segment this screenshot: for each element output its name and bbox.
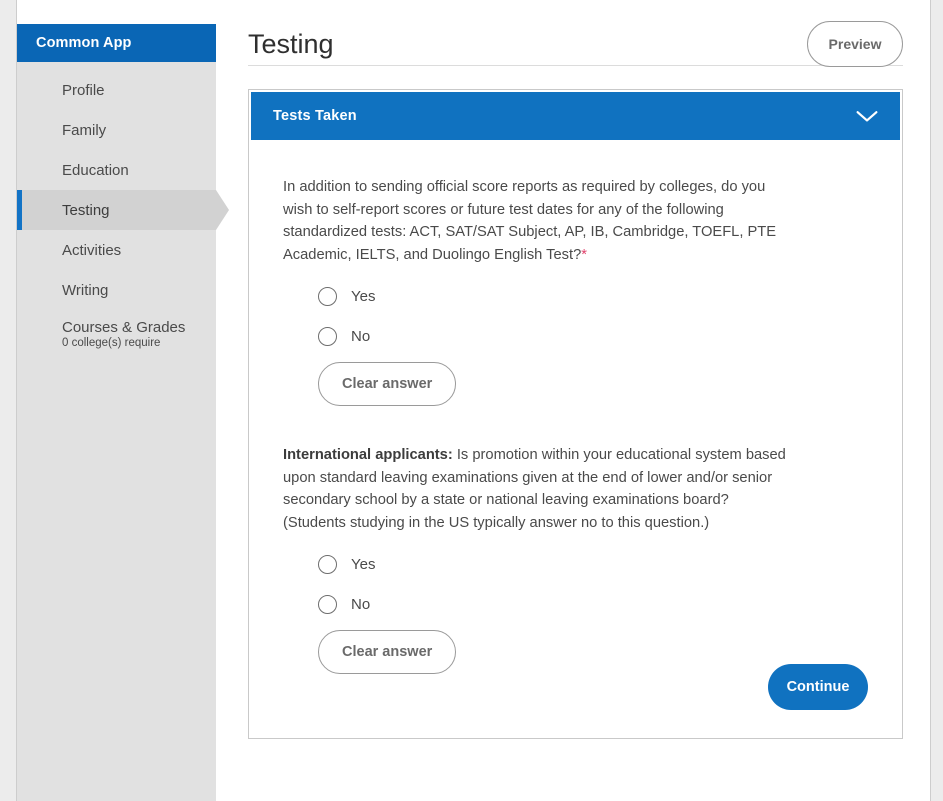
question-1-required-marker: * — [581, 247, 587, 263]
question-1-body: In addition to sending official score re… — [283, 179, 776, 263]
sidebar: Common App Profile Family Education Test… — [17, 24, 216, 801]
question-2-lead: International applicants: — [283, 447, 453, 463]
question-1-options: Yes No Clear answer — [283, 276, 868, 406]
page-header: Testing Preview — [248, 0, 903, 66]
page-title: Testing — [248, 31, 334, 58]
tests-taken-card: Tests Taken In addition to sending offic… — [248, 89, 903, 739]
sidebar-item-profile[interactable]: Profile — [17, 70, 216, 110]
tests-taken-card-header[interactable]: Tests Taken — [251, 92, 900, 140]
question-2-option-no[interactable]: No — [318, 584, 868, 624]
radio-icon[interactable] — [318, 327, 337, 346]
sidebar-item-family[interactable]: Family — [17, 110, 216, 150]
radio-icon[interactable] — [318, 595, 337, 614]
card-title: Tests Taken — [273, 108, 357, 124]
question-1-option-no[interactable]: No — [318, 316, 868, 356]
app-root: Common App Profile Family Education Test… — [0, 0, 943, 801]
chevron-down-icon[interactable] — [856, 110, 878, 123]
sidebar-item-testing[interactable]: Testing — [17, 190, 216, 230]
option-label: No — [351, 596, 370, 613]
question-1-text: In addition to sending official score re… — [283, 176, 795, 266]
question-2-text: International applicants: Is promotion w… — [283, 444, 795, 534]
section-divider-spacer — [283, 406, 868, 444]
main-content: Testing Preview Tests Taken In addition … — [248, 0, 903, 801]
sidebar-item-writing[interactable]: Writing — [17, 270, 216, 310]
option-label: Yes — [351, 556, 375, 573]
sidebar-item-education[interactable]: Education — [17, 150, 216, 190]
sidebar-item-label: Profile — [62, 82, 105, 99]
question-1-clear-answer-button[interactable]: Clear answer — [318, 362, 456, 406]
sidebar-item-sublabel: 0 college(s) require — [62, 337, 160, 349]
question-2-option-yes[interactable]: Yes — [318, 544, 868, 584]
sidebar-item-courses-grades[interactable]: Courses & Grades 0 college(s) require — [17, 310, 216, 356]
sidebar-item-label: Education — [62, 162, 129, 179]
continue-button-wrap: Continue — [768, 664, 868, 710]
preview-button[interactable]: Preview — [807, 21, 903, 67]
sidebar-brand[interactable]: Common App — [17, 24, 216, 62]
continue-button[interactable]: Continue — [768, 664, 868, 710]
radio-icon[interactable] — [318, 287, 337, 306]
option-label: No — [351, 328, 370, 345]
option-label: Yes — [351, 288, 375, 305]
sidebar-item-label: Courses & Grades — [62, 319, 185, 336]
sidebar-item-label: Writing — [62, 282, 108, 299]
sidebar-item-label: Family — [62, 122, 106, 139]
sidebar-item-label: Testing — [62, 202, 110, 219]
sidebar-item-label: Activities — [62, 242, 121, 259]
question-2-options: Yes No Clear answer — [283, 544, 868, 674]
radio-icon[interactable] — [318, 555, 337, 574]
question-1-option-yes[interactable]: Yes — [318, 276, 868, 316]
question-2-clear-answer-button[interactable]: Clear answer — [318, 630, 456, 674]
sidebar-nav-list: Profile Family Education Testing Activit… — [17, 62, 216, 356]
sidebar-item-activities[interactable]: Activities — [17, 230, 216, 270]
tests-taken-card-body: In addition to sending official score re… — [249, 142, 902, 674]
